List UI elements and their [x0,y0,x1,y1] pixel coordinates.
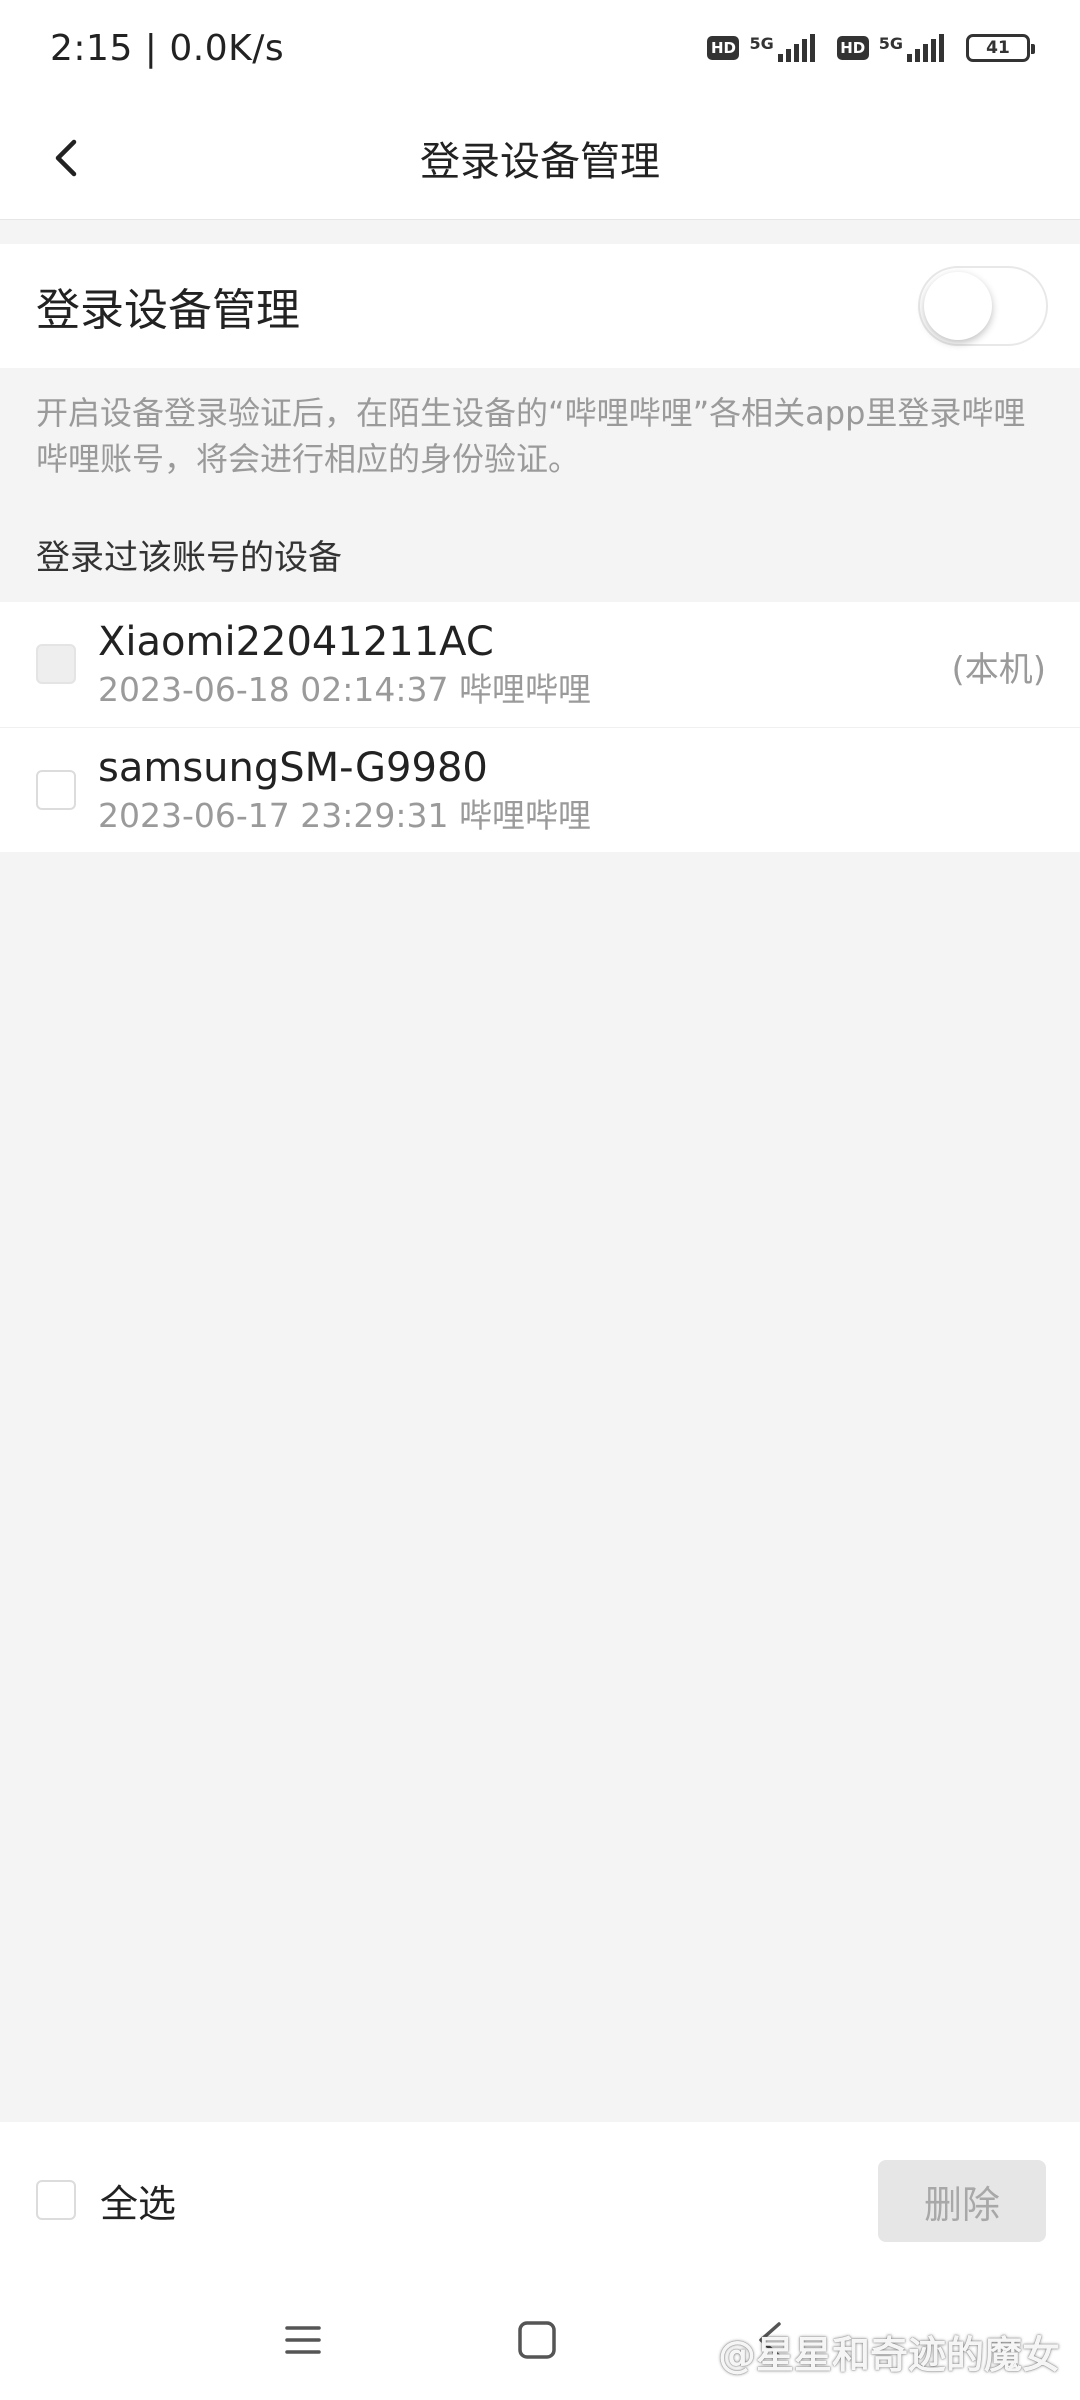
select-all-checkbox[interactable] [36,2180,76,2220]
toggle-knob [924,272,992,340]
signal-sim1: 5G [749,34,815,62]
nav-menu-button[interactable] [271,2308,335,2372]
status-time-speed: 2:15 | 0.0K/s [50,27,285,69]
login-protection-toggle[interactable] [918,266,1048,346]
nav-home-button[interactable] [505,2308,569,2372]
chevron-left-icon [55,139,77,177]
status-bar: 2:15 | 0.0K/s HD 5G HD 5G 41 [0,0,1080,96]
device-name: samsungSM-G9980 [98,745,488,791]
select-all[interactable]: 全选 [36,2173,176,2228]
current-device-tag: (本机) [951,650,1046,690]
signal-bars-icon [907,34,944,62]
device-login-time: 2023-06-18 02:14:37 哔哩哔哩 [98,670,591,709]
device-login-time: 2023-06-17 23:29:31 哔哩哔哩 [98,796,591,835]
device-name: Xiaomi22041211AC [98,619,494,665]
signal-bars-icon [777,34,815,62]
login-protection-row: 登录设备管理 [0,244,1080,368]
signal-sim2: 5G [879,34,944,62]
page-title: 登录设备管理 [420,138,660,185]
bottom-action-bar: 全选 删除 [0,2122,1080,2278]
system-nav-bar: @星星和奇迹的魔女 [0,2278,1080,2400]
protection-description: 开启设备登录验证后，在陌生设备的“哔哩哔哩”各相关app里登录哔哩哔哩账号，将会… [36,394,1026,478]
watermark: @星星和奇迹的魔女 [717,2333,1060,2377]
device-item[interactable]: Xiaomi22041211AC 2023-06-18 02:14:37 哔哩哔… [0,602,1080,727]
network-type-sim1: 5G [749,34,774,53]
device-info: Xiaomi22041211AC 2023-06-18 02:14:37 哔哩哔… [98,616,591,712]
device-item[interactable]: samsungSM-G9980 2023-06-17 23:29:31 哔哩哔哩 [0,727,1080,852]
status-icons: HD 5G HD 5G 41 [707,34,1035,62]
menu-icon [285,2326,321,2354]
battery-icon: 41 [966,34,1035,62]
device-checkbox[interactable] [36,770,76,810]
devices-section-title: 登录过该账号的设备 [36,538,342,578]
device-checkbox [36,644,76,684]
battery-level: 41 [986,38,1010,58]
device-list: Xiaomi22041211AC 2023-06-18 02:14:37 哔哩哔… [0,602,1080,852]
delete-button[interactable]: 删除 [878,2160,1046,2242]
square-icon [518,2321,556,2359]
app-header: 登录设备管理 [0,96,1080,220]
hd-badge-sim2: HD [836,36,869,60]
device-info: samsungSM-G9980 2023-06-17 23:29:31 哔哩哔哩 [98,742,591,838]
hd-badge-sim1: HD [707,36,740,60]
login-protection-label: 登录设备管理 [36,285,300,336]
back-button[interactable] [36,126,100,190]
network-type-sim2: 5G [878,34,903,53]
select-all-label: 全选 [100,2181,177,2226]
